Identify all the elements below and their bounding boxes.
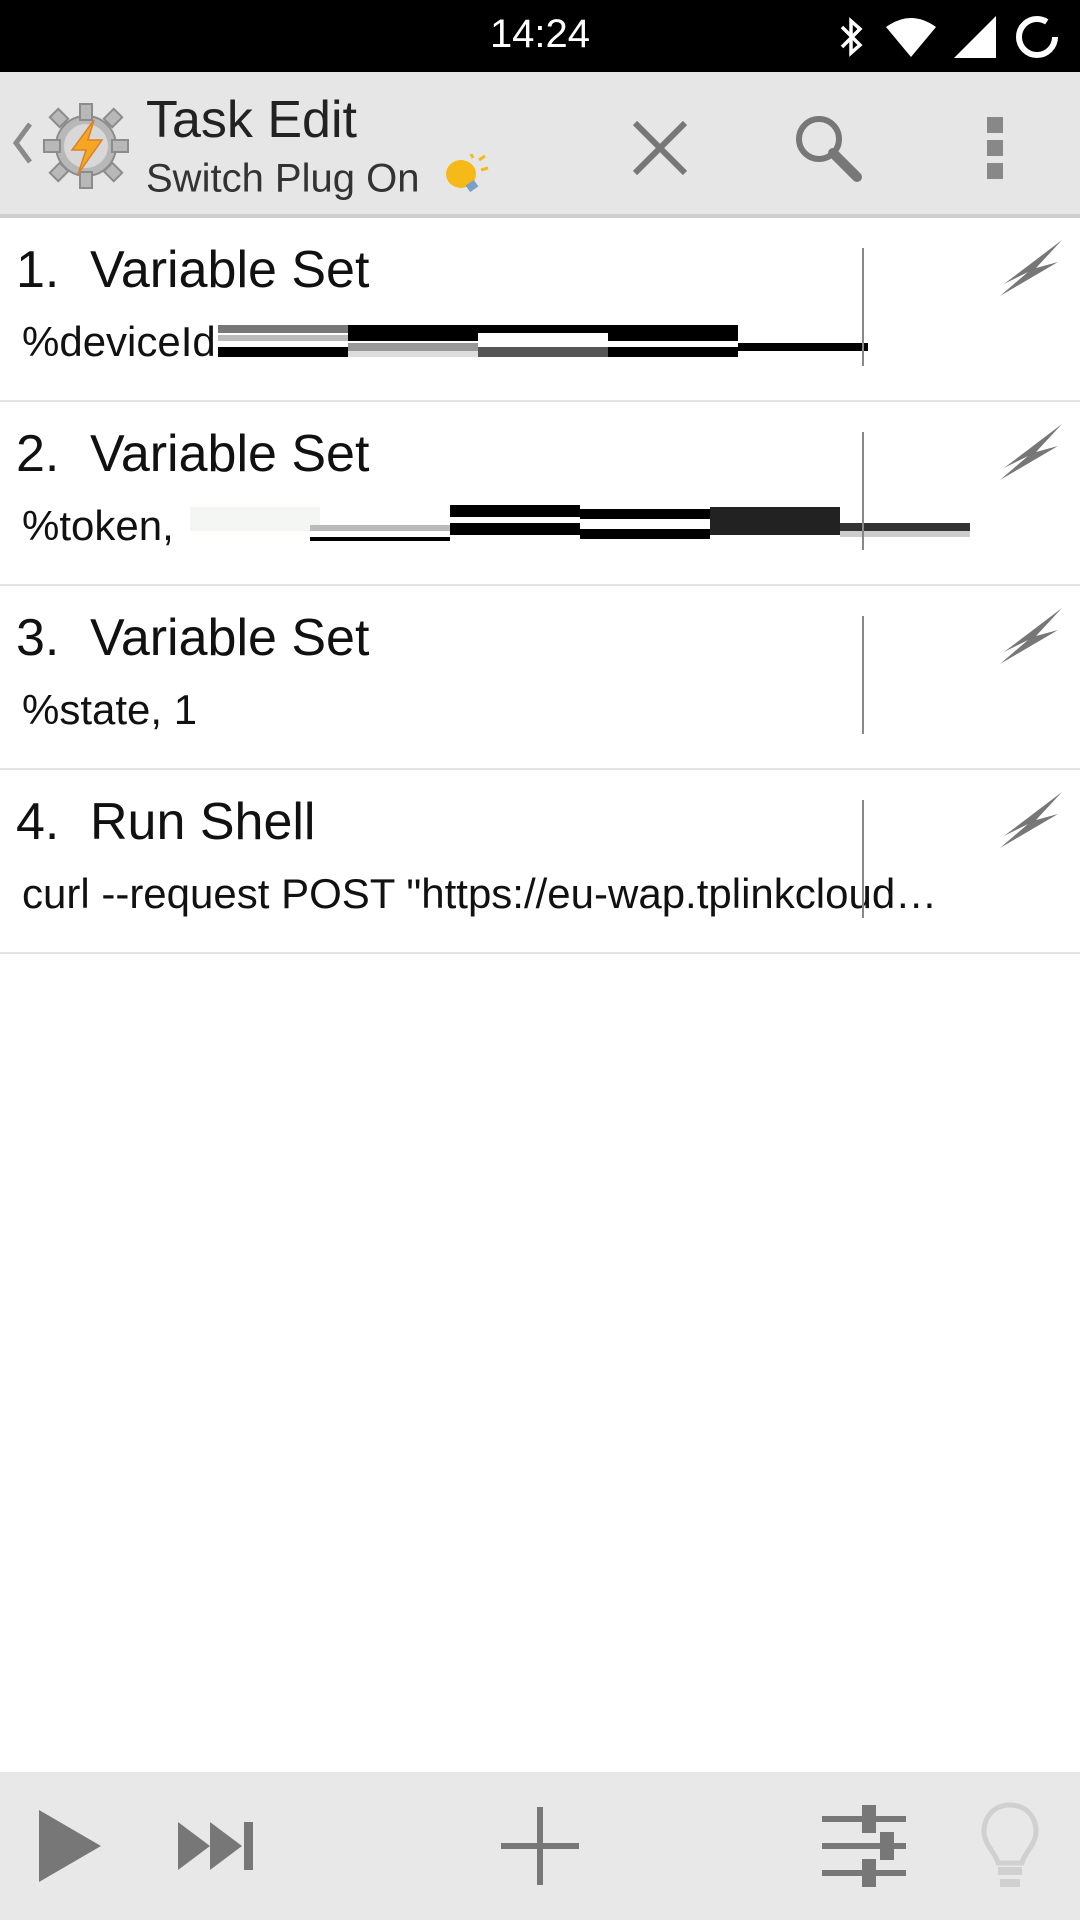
action-args: curl --request POST "https://eu-wap.tpli… [22, 870, 937, 918]
add-action-button[interactable] [490, 1798, 590, 1898]
step-forward-button[interactable] [166, 1798, 266, 1898]
action-name: Variable Set [90, 425, 370, 483]
lightbulb-icon [441, 153, 489, 208]
cell-signal-icon [954, 16, 996, 58]
lightning-bolt-icon[interactable] [998, 606, 1064, 671]
overflow-menu-button[interactable] [955, 110, 1035, 190]
list-item[interactable]: 3. Variable Set %state, 1 [0, 586, 1080, 770]
back-caret-icon[interactable] [10, 118, 34, 173]
list-item[interactable]: 2. Variable Set %token, [0, 402, 1080, 586]
action-number: 2. [16, 425, 60, 483]
bottom-toolbar [0, 1772, 1080, 1920]
sliders-icon [820, 1801, 908, 1896]
overflow-menu-icon [985, 115, 1005, 186]
action-args: %deviceId [22, 318, 874, 371]
close-button[interactable] [620, 110, 700, 190]
lightning-bolt-icon[interactable] [998, 238, 1064, 303]
status-icons [834, 14, 1060, 60]
step-forward-icon [176, 1820, 256, 1877]
row-divider [862, 248, 864, 366]
wifi-icon [886, 17, 936, 57]
list-item[interactable]: 4. Run Shell curl --request POST "https:… [0, 770, 1080, 954]
row-divider [862, 432, 864, 550]
help-tips-button[interactable] [960, 1798, 1060, 1898]
action-name: Run Shell [90, 793, 316, 851]
action-arg-text: curl --request POST "https://eu-wap.tpli… [22, 870, 938, 917]
close-icon [631, 119, 689, 182]
play-icon [35, 1808, 105, 1889]
action-bar: Task Edit Switch Plug On [0, 72, 1080, 218]
lightbulb-outline-icon [980, 1801, 1040, 1896]
action-number: 1. [16, 241, 60, 299]
action-name: Variable Set [90, 241, 370, 299]
list-item[interactable]: 1. Variable Set %deviceId [0, 218, 1080, 402]
subtitle-text: Switch Plug On [146, 156, 420, 201]
action-args: %state, 1 [22, 686, 197, 734]
bluetooth-icon [834, 15, 868, 59]
action-args: %token, [22, 502, 980, 555]
status-bar: 14:24 [0, 0, 1080, 72]
action-arg-text: %token, [22, 502, 174, 549]
action-arg-text: %deviceId [22, 318, 216, 365]
action-arg-text: %state, 1 [22, 686, 198, 733]
search-button[interactable] [788, 110, 868, 190]
action-name: Variable Set [90, 609, 370, 667]
lightning-bolt-icon[interactable] [998, 422, 1064, 487]
task-properties-button[interactable] [814, 1798, 914, 1898]
page-title: Task Edit [146, 91, 357, 149]
row-divider [862, 800, 864, 918]
sync-circle-icon [1014, 14, 1060, 60]
task-name-subtitle: Switch Plug On [146, 153, 489, 208]
tasker-app-icon[interactable] [42, 102, 130, 195]
row-divider [862, 616, 864, 734]
play-button[interactable] [20, 1798, 120, 1898]
action-list: 1. Variable Set %deviceId 2. Variable Se… [0, 218, 1080, 954]
lightning-bolt-icon[interactable] [998, 790, 1064, 855]
action-number: 3. [16, 609, 60, 667]
search-icon [793, 113, 863, 188]
add-icon [499, 1805, 581, 1892]
redacted-value [217, 319, 874, 371]
action-number: 4. [16, 793, 60, 851]
